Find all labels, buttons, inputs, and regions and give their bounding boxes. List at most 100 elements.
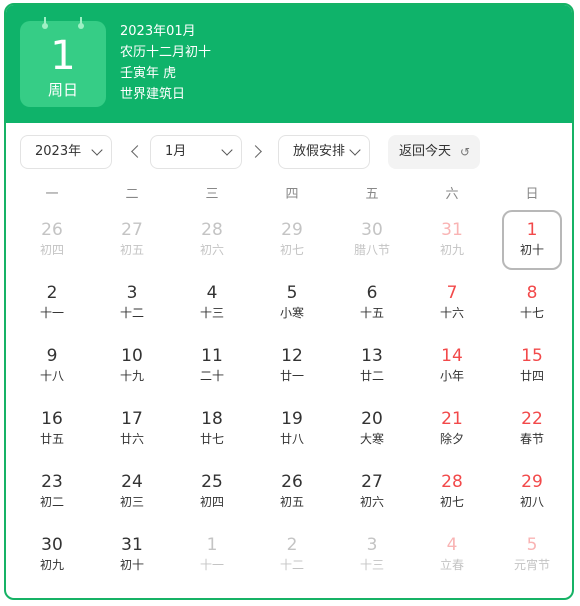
day-cell[interactable]: 23 初二 (22, 462, 82, 522)
day-cell[interactable]: 30 腊八节 (342, 210, 402, 270)
weekday-label: 五 (365, 187, 379, 202)
lunar-label: 初四 (199, 495, 224, 509)
day-cell[interactable]: 2 十一 (22, 273, 82, 333)
day-cell[interactable]: 28 初七 (422, 462, 482, 522)
lunar-label: 春节 (519, 432, 544, 446)
day-cell[interactable]: 15 廿四 (502, 336, 562, 396)
day-cell[interactable]: 17 廿六 (102, 399, 162, 459)
day-cell[interactable]: 5 元宵节 (502, 525, 562, 585)
day-cell-today[interactable]: 1 初十 (502, 210, 562, 270)
day-cell[interactable]: 6 十五 (342, 273, 402, 333)
day-cell[interactable]: 4 立春 (422, 525, 482, 585)
chevron-down-icon (349, 144, 361, 156)
holiday-select[interactable]: 放假安排 (278, 135, 370, 169)
calendar-ring-icon (78, 17, 84, 29)
ganzhi-year: 壬寅年 虎 (120, 66, 177, 81)
next-month-arrow-icon[interactable] (249, 145, 262, 158)
lunar-label: 廿六 (119, 432, 144, 446)
day-cell[interactable]: 13 廿二 (342, 336, 402, 396)
day-cell[interactable]: 3 十二 (102, 273, 162, 333)
day-cell[interactable]: 21 除夕 (422, 399, 482, 459)
day-cell[interactable]: 1 十一 (182, 525, 242, 585)
selected-date-info: 2023年01月 农历十二月初十 壬寅年 虎 世界建筑日 (120, 21, 211, 105)
day-number: 19 (281, 409, 303, 429)
day-cell[interactable]: 19 廿八 (262, 399, 322, 459)
day-cell[interactable]: 25 初四 (182, 462, 242, 522)
lunar-label: 初五 (279, 495, 304, 509)
day-cell[interactable]: 12 廿一 (262, 336, 322, 396)
back-to-today-button[interactable]: 返回今天 ↺ (388, 135, 480, 169)
day-cell[interactable]: 22 春节 (502, 399, 562, 459)
day-number: 30 (41, 535, 63, 555)
day-number: 1 (526, 220, 538, 240)
month-select[interactable]: 1月 (150, 135, 242, 169)
lunar-label: 十三 (199, 306, 224, 320)
day-number: 16 (41, 409, 63, 429)
calendar-ring-icon (42, 17, 48, 29)
selected-day-number: 1 (50, 33, 76, 79)
day-cell[interactable]: 7 十六 (422, 273, 482, 333)
day-cell[interactable]: 29 初七 (262, 210, 322, 270)
lunar-label: 十五 (359, 306, 384, 320)
day-cell[interactable]: 26 初四 (22, 210, 82, 270)
day-number: 14 (441, 346, 463, 366)
lunar-label: 小寒 (279, 306, 304, 320)
day-number: 24 (121, 472, 143, 492)
day-cell[interactable]: 29 初八 (502, 462, 562, 522)
lunar-label: 十八 (39, 369, 64, 383)
day-number: 26 (281, 472, 303, 492)
lunar-label: 十一 (199, 558, 224, 572)
day-cell[interactable]: 24 初三 (102, 462, 162, 522)
day-cell[interactable]: 2 十二 (262, 525, 322, 585)
day-cell[interactable]: 3 十三 (342, 525, 402, 585)
lunar-label: 十九 (119, 369, 144, 383)
day-cell[interactable]: 10 十九 (102, 336, 162, 396)
day-cell[interactable]: 5 小寒 (262, 273, 322, 333)
day-number: 27 (121, 220, 143, 240)
day-number: 31 (441, 220, 463, 240)
day-cell[interactable]: 18 廿七 (182, 399, 242, 459)
day-cell[interactable]: 27 初六 (342, 462, 402, 522)
day-number: 3 (126, 283, 138, 303)
day-cell[interactable]: 8 十七 (502, 273, 562, 333)
undo-icon: ↺ (459, 145, 470, 159)
lunar-label: 廿一 (279, 369, 304, 383)
day-cell[interactable]: 30 初九 (22, 525, 82, 585)
year-select[interactable]: 2023年 (20, 135, 112, 169)
day-number: 5 (526, 535, 538, 555)
day-cell[interactable]: 11 二十 (182, 336, 242, 396)
lunar-label: 除夕 (439, 432, 464, 446)
back-to-today-label: 返回今天 (399, 144, 452, 159)
lunar-label: 元宵节 (513, 558, 550, 572)
day-number: 29 (521, 472, 543, 492)
weekday-label: 一 (45, 187, 59, 202)
day-cell[interactable]: 31 初九 (422, 210, 482, 270)
lunar-label: 初四 (39, 243, 64, 257)
weekday-label: 四 (285, 187, 299, 202)
lunar-label: 十一 (39, 306, 64, 320)
day-cell[interactable]: 14 小年 (422, 336, 482, 396)
day-number: 25 (201, 472, 223, 492)
day-cell[interactable]: 4 十三 (182, 273, 242, 333)
day-number: 21 (441, 409, 463, 429)
lunar-label: 初五 (119, 243, 144, 257)
day-cell[interactable]: 31 初十 (102, 525, 162, 585)
day-cell[interactable]: 16 廿五 (22, 399, 82, 459)
day-number: 1 (206, 535, 218, 555)
weekday-label: 日 (525, 187, 539, 202)
day-number: 17 (121, 409, 143, 429)
lunar-label: 廿五 (39, 432, 64, 446)
day-cell[interactable]: 27 初五 (102, 210, 162, 270)
chevron-down-icon (221, 144, 233, 156)
day-cell[interactable]: 20 大寒 (342, 399, 402, 459)
prev-month-arrow-icon[interactable] (131, 145, 144, 158)
day-number: 9 (46, 346, 58, 366)
lunar-label: 廿四 (519, 369, 544, 383)
lunar-label: 初六 (199, 243, 224, 257)
day-cell[interactable]: 28 初六 (182, 210, 242, 270)
calendar-widget: 1 周日 2023年01月 农历十二月初十 壬寅年 虎 世界建筑日 2023年 … (4, 3, 574, 600)
lunar-label: 廿七 (199, 432, 224, 446)
selected-weekday: 周日 (47, 81, 78, 99)
day-cell[interactable]: 26 初五 (262, 462, 322, 522)
day-cell[interactable]: 9 十八 (22, 336, 82, 396)
